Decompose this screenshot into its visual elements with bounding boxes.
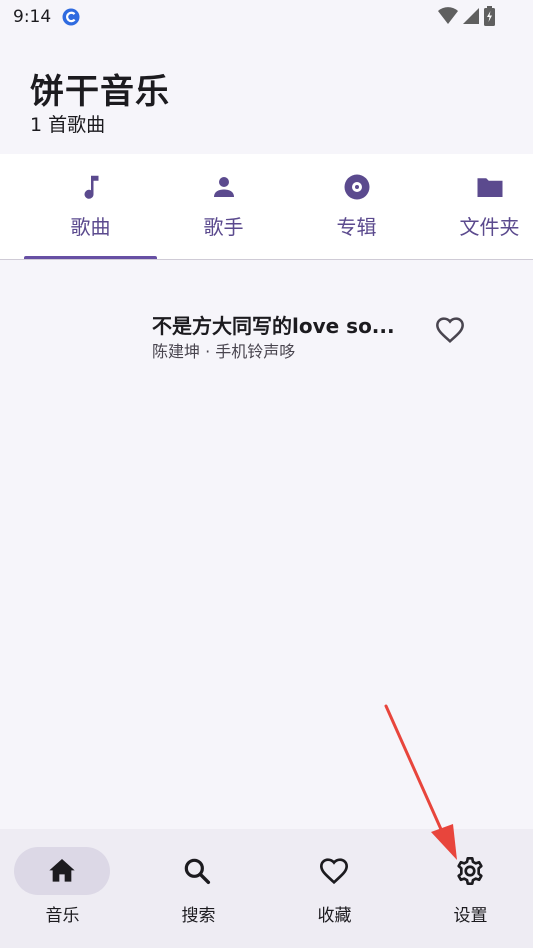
favorite-button[interactable] bbox=[430, 312, 470, 348]
nav-label: 音乐 bbox=[45, 906, 80, 926]
search-icon bbox=[184, 858, 211, 885]
tab-songs[interactable]: 歌曲 bbox=[24, 154, 157, 258]
tab-albums[interactable]: 专辑 bbox=[290, 154, 423, 258]
header: 饼干音乐 1 首歌曲 bbox=[0, 36, 533, 154]
heart-outline-icon bbox=[319, 858, 349, 885]
signal-icon bbox=[463, 8, 479, 24]
nav-settings[interactable]: 设置 bbox=[399, 829, 532, 948]
tab-label: 歌曲 bbox=[70, 215, 111, 239]
folder-icon bbox=[477, 178, 502, 197]
wifi-icon bbox=[438, 7, 458, 24]
tab-bar: 歌曲 歌手 专辑 文件夹 bbox=[0, 154, 533, 260]
tab-label: 歌手 bbox=[203, 215, 244, 239]
music-note-icon bbox=[84, 175, 98, 199]
person-icon bbox=[213, 177, 234, 197]
nav-favorites[interactable]: 收藏 bbox=[266, 829, 399, 948]
app-title: 饼干音乐 bbox=[30, 72, 170, 112]
home-icon bbox=[49, 859, 75, 882]
nav-label: 设置 bbox=[453, 906, 488, 926]
tab-artists[interactable]: 歌手 bbox=[157, 154, 290, 258]
song-list-item[interactable]: 不是方大同写的love so... 陈建坤 · 手机铃声哆 bbox=[0, 300, 533, 364]
status-time: 9:14 bbox=[13, 7, 52, 27]
battery-icon bbox=[484, 6, 495, 26]
nav-label: 搜索 bbox=[181, 906, 216, 926]
notification-app-icon bbox=[62, 8, 80, 26]
tab-folders[interactable]: 文件夹 bbox=[423, 154, 533, 258]
gear-icon bbox=[457, 857, 483, 885]
album-disc-icon bbox=[344, 174, 369, 200]
nav-music[interactable]: 音乐 bbox=[0, 829, 133, 948]
divider bbox=[0, 259, 533, 260]
tab-label: 文件夹 bbox=[459, 215, 520, 239]
tab-label: 专辑 bbox=[336, 215, 377, 239]
nav-label: 收藏 bbox=[317, 906, 352, 926]
status-bar: 9:14 bbox=[0, 0, 533, 36]
bottom-navigation: 音乐 搜索 收藏 设置 bbox=[0, 829, 533, 948]
song-title: 不是方大同写的love so... bbox=[152, 314, 395, 338]
status-icons bbox=[438, 6, 495, 26]
nav-search[interactable]: 搜索 bbox=[133, 829, 266, 948]
song-count: 1 首歌曲 bbox=[30, 114, 106, 136]
heart-outline-icon bbox=[436, 317, 464, 344]
song-artist: 陈建坤 · 手机铃声哆 bbox=[152, 342, 296, 361]
